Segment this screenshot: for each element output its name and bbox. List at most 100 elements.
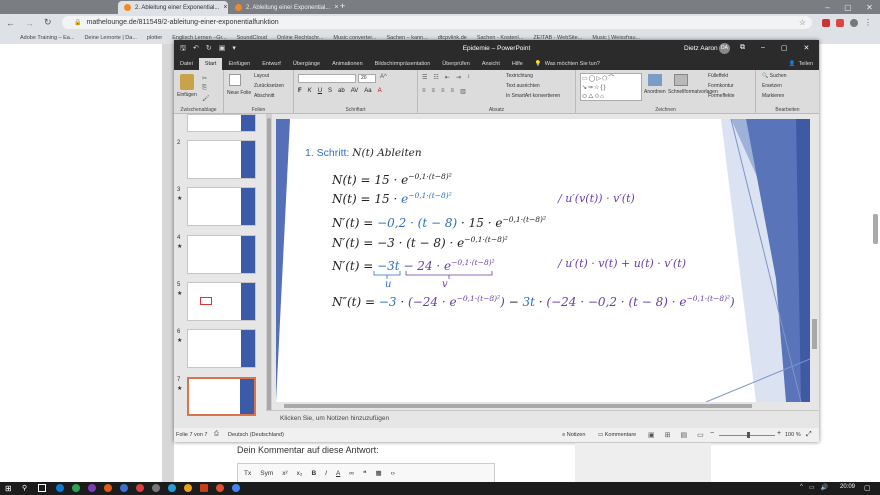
font-color-icon[interactable]: A xyxy=(378,88,382,94)
new-slide-icon[interactable] xyxy=(229,74,241,86)
align-text-button[interactable]: Text ausrichten xyxy=(506,83,540,89)
back-icon[interactable]: ← xyxy=(6,18,15,28)
spacing-icon[interactable]: AV xyxy=(351,88,359,94)
code-icon[interactable]: ‹› xyxy=(391,470,395,477)
zoom-slider-thumb[interactable] xyxy=(747,432,750,438)
bookmark-item[interactable]: Deine Lernorte | Da... xyxy=(84,35,136,41)
font-name-dropdown[interactable] xyxy=(298,74,356,83)
slideshow-view-icon[interactable]: ▭ xyxy=(697,431,704,439)
effects-button[interactable]: Formeffekte xyxy=(708,93,735,99)
app-icon[interactable] xyxy=(184,484,192,492)
browser-tab-1[interactable]: 2. Ableitung einer Exponential... × xyxy=(118,1,228,14)
close-icon[interactable]: ✕ xyxy=(804,44,810,52)
indent-icon[interactable]: ⇤ xyxy=(445,74,450,81)
app-icon[interactable] xyxy=(152,484,160,492)
quick-styles-icon[interactable] xyxy=(674,74,688,86)
slide-canvas[interactable]: 1. Schritt: N(t) Ableiten N(t) = 15 · e−… xyxy=(276,119,810,402)
select-button[interactable]: Markieren xyxy=(762,93,784,99)
extension-icon[interactable] xyxy=(836,18,844,27)
close-tab-icon[interactable]: × xyxy=(334,4,338,11)
user-avatar[interactable]: DA xyxy=(719,43,730,54)
table-icon[interactable]: ▦ xyxy=(375,469,381,477)
tell-me-search[interactable]: 💡 Was möchten Sie tun? xyxy=(529,58,606,70)
vertical-scrollbar-thumb[interactable] xyxy=(812,319,817,349)
align-right-icon[interactable]: ≡ xyxy=(441,88,445,95)
justify-icon[interactable]: ≡ xyxy=(451,88,455,95)
paste-label[interactable]: Einfügen xyxy=(177,92,197,98)
extension-icon[interactable] xyxy=(822,18,830,27)
fill-button[interactable]: Fülleffekt xyxy=(708,73,728,79)
zoom-out-icon[interactable]: − xyxy=(710,430,714,437)
reset-button[interactable]: Zurücksetzen xyxy=(254,83,284,89)
bookmark-item[interactable]: Adobe Training – Ea... xyxy=(20,35,74,41)
tab-entwurf[interactable]: Entwurf xyxy=(256,58,287,70)
tab-datei[interactable]: Datei xyxy=(174,58,199,70)
paste-icon[interactable] xyxy=(180,74,194,90)
app-icon[interactable] xyxy=(72,484,80,492)
ribbon-options-icon[interactable]: ⧉ xyxy=(740,44,745,52)
bullets-icon[interactable]: ☰ xyxy=(422,74,427,81)
italic-icon[interactable]: K xyxy=(308,88,312,94)
quote-icon[interactable]: ❝ xyxy=(363,469,367,477)
smartart-button[interactable]: In SmartArt konvertieren xyxy=(506,93,560,99)
clock[interactable]: 20:09 xyxy=(840,484,855,490)
grow-font-icon[interactable]: A^ xyxy=(380,74,387,80)
section-button[interactable]: Abschnitt xyxy=(254,93,275,99)
numbering-icon[interactable]: ☷ xyxy=(433,74,438,81)
font-size-dropdown[interactable]: 20 xyxy=(358,74,376,83)
menu-icon[interactable]: ⋮ xyxy=(864,18,872,27)
task-view-icon[interactable] xyxy=(38,484,46,492)
slide-thumbnail-1[interactable] xyxy=(187,114,256,132)
comments-button[interactable]: ▭ Kommentare xyxy=(598,432,636,438)
tray-chevron-icon[interactable]: ^ xyxy=(800,484,803,491)
chrome-taskbar-icon[interactable] xyxy=(232,484,240,492)
columns-icon[interactable]: ▥ xyxy=(460,88,466,95)
thumb-scrollbar[interactable] xyxy=(266,114,272,427)
sorter-view-icon[interactable]: ⊞ xyxy=(665,431,671,439)
app-icon[interactable] xyxy=(216,484,224,492)
minimize-icon[interactable]: – xyxy=(825,3,829,12)
bookmark-item[interactable]: plotter xyxy=(147,35,162,41)
underline-icon[interactable]: A xyxy=(336,470,340,477)
app-icon[interactable] xyxy=(120,484,128,492)
subscript-icon[interactable]: x₂ xyxy=(297,470,303,477)
tab-ueberpruefen[interactable]: Überprüfen xyxy=(436,58,476,70)
browser-tab-2[interactable]: 2. Ableitung einer Exponential... × xyxy=(229,1,339,14)
tab-ansicht[interactable]: Ansicht xyxy=(476,58,506,70)
align-center-icon[interactable]: ≡ xyxy=(432,88,436,95)
horizontal-scrollbar-thumb[interactable] xyxy=(284,404,752,408)
volume-icon[interactable]: 🔊 xyxy=(821,484,828,491)
text-direction-button[interactable]: Textrichtung xyxy=(506,73,533,79)
align-left-icon[interactable]: ≡ xyxy=(422,88,426,95)
normal-view-icon[interactable]: ▣ xyxy=(648,431,655,439)
forward-icon[interactable]: → xyxy=(25,18,34,28)
minimize-icon[interactable]: – xyxy=(761,44,765,52)
quick-styles-button[interactable]: Schnellformatvorlagen xyxy=(668,89,718,95)
maximize-icon[interactable]: ▢ xyxy=(781,44,788,52)
tab-hilfe[interactable]: Hilfe xyxy=(506,58,529,70)
slide-thumbnail-4[interactable] xyxy=(187,235,256,274)
strike-icon[interactable]: ab xyxy=(338,88,345,94)
network-icon[interactable]: ▭ xyxy=(809,484,815,491)
star-bookmark-icon[interactable]: ☆ xyxy=(799,18,806,27)
tab-start[interactable]: Start xyxy=(198,58,223,70)
share-button[interactable]: 👤 Teilen xyxy=(783,58,819,70)
slide-thumbnail-3[interactable] xyxy=(187,187,256,226)
bold-icon[interactable]: F xyxy=(298,88,302,94)
slide-thumbnail-7[interactable] xyxy=(187,377,256,416)
cut-icon[interactable]: ✂ xyxy=(202,75,210,82)
link-icon[interactable]: ∞ xyxy=(349,470,354,477)
close-icon[interactable]: ✕ xyxy=(866,3,873,12)
notes-pane[interactable]: Klicken Sie, um Notizen hinzuzufügen xyxy=(266,410,819,428)
tab-bildschirmpraesentation[interactable]: Bildschirmpräsentation xyxy=(369,58,437,70)
profile-icon[interactable] xyxy=(850,18,858,27)
line-spacing-icon[interactable]: ↕ xyxy=(467,74,470,81)
search-icon[interactable]: ⚲ xyxy=(22,484,27,492)
slide-thumbnail-2[interactable] xyxy=(187,140,256,179)
new-slide-label[interactable]: Neue Folie xyxy=(227,90,251,96)
app-icon[interactable] xyxy=(88,484,96,492)
reading-view-icon[interactable]: ▤ xyxy=(681,431,688,439)
format-painter-icon[interactable]: 🖌 xyxy=(202,95,210,102)
underline-icon[interactable]: U xyxy=(318,88,322,94)
shadow-icon[interactable]: S xyxy=(328,88,332,94)
